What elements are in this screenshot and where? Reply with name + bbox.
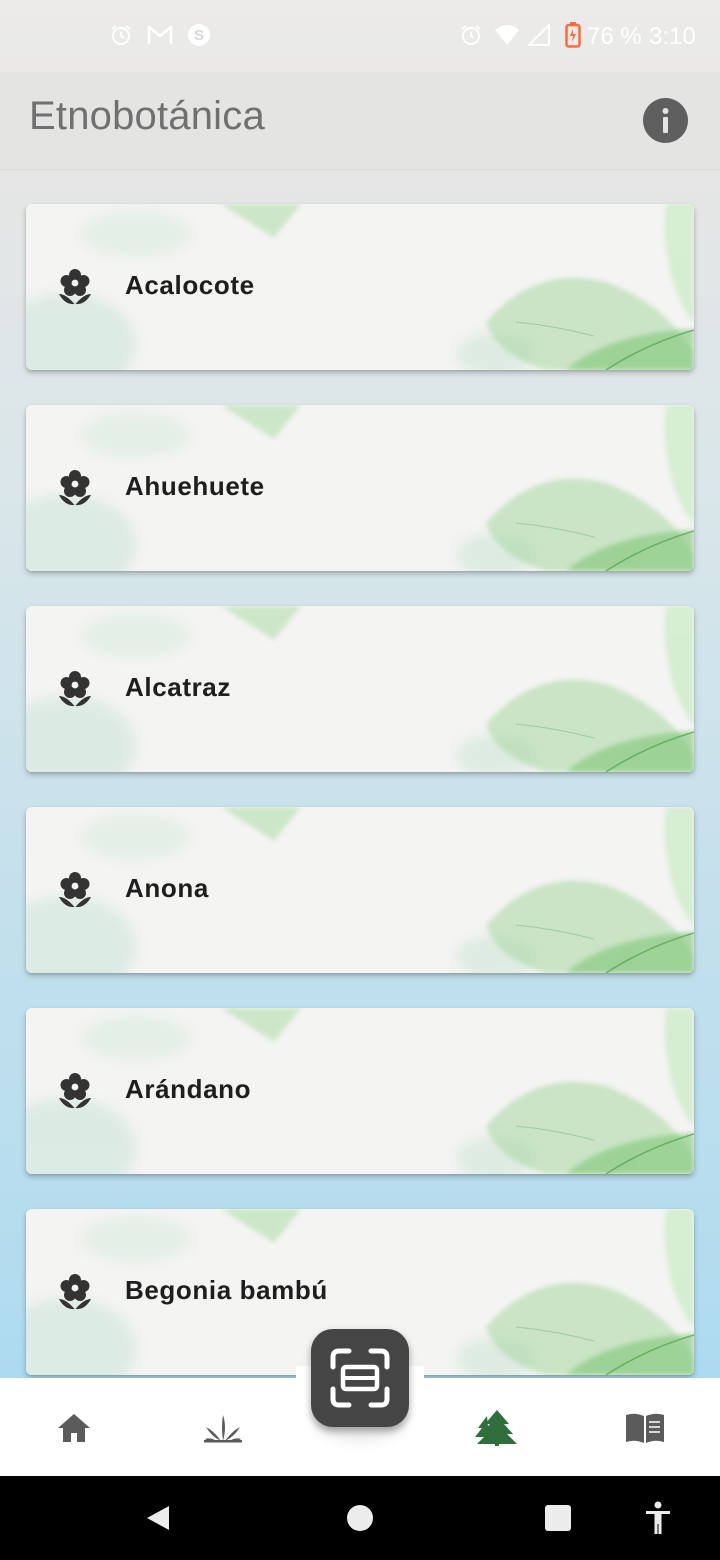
book-icon — [626, 1413, 664, 1443]
scan-button[interactable] — [311, 1329, 409, 1427]
battery-percent: 76 % — [587, 23, 642, 50]
flower-icon — [59, 872, 91, 908]
accessibility-icon — [646, 1501, 670, 1534]
flower-icon — [59, 1274, 91, 1310]
home-icon — [58, 1414, 90, 1442]
list-item[interactable]: Ahuehuete — [26, 405, 694, 571]
nav-book[interactable] — [615, 1398, 675, 1458]
wifi-icon — [494, 22, 520, 48]
list-item[interactable]: Acalocote — [26, 204, 694, 370]
system-home-button[interactable] — [338, 1496, 382, 1540]
alarm-icon — [458, 22, 484, 48]
recents-icon — [545, 1505, 571, 1531]
info-icon — [662, 108, 669, 133]
plant-name: Begonia bambú — [125, 1275, 328, 1305]
system-navigation-bar — [0, 1476, 720, 1560]
gmail-icon — [147, 22, 173, 48]
list-item[interactable]: Alcatraz — [26, 606, 694, 772]
plant-list[interactable]: Acalocote Ahuehuete Alcatraz Anona Aránd… — [0, 169, 720, 1378]
battery-charging-icon — [560, 22, 586, 48]
nav-plants[interactable] — [193, 1398, 253, 1458]
info-button[interactable] — [643, 98, 688, 143]
flower-icon — [59, 470, 91, 506]
flower-icon — [59, 1073, 91, 1109]
nav-forest[interactable] — [467, 1398, 527, 1458]
nav-home[interactable] — [44, 1398, 104, 1458]
scan-icon — [330, 1348, 390, 1408]
forest-icon — [475, 1410, 517, 1446]
plant-sprout-icon — [204, 1415, 242, 1443]
cell-signal-icon — [526, 22, 552, 48]
skype-icon: S — [186, 22, 212, 48]
plant-name: Acalocote — [125, 270, 255, 300]
clock: 3:10 — [649, 23, 696, 50]
page-title: Etnobotánica — [29, 94, 265, 138]
plant-name: Ahuehuete — [125, 471, 265, 501]
home-circle-icon — [347, 1505, 373, 1531]
list-item[interactable]: Anona — [26, 807, 694, 973]
plant-name: Anona — [125, 873, 209, 903]
list-item[interactable]: Arándano — [26, 1008, 694, 1174]
back-icon — [147, 1506, 169, 1530]
flower-icon — [59, 269, 91, 305]
plant-name: Alcatraz — [125, 672, 231, 702]
plant-name: Arándano — [125, 1074, 252, 1104]
system-recents-button[interactable] — [536, 1496, 580, 1540]
alarm-icon — [108, 22, 134, 48]
app-bar: Etnobotánica — [0, 72, 720, 169]
svg-text:S: S — [194, 27, 204, 44]
status-bar: S 76 % 3:10 — [0, 0, 720, 72]
flower-icon — [59, 671, 91, 707]
system-back-button[interactable] — [136, 1496, 180, 1540]
system-accessibility-button[interactable] — [636, 1496, 680, 1540]
